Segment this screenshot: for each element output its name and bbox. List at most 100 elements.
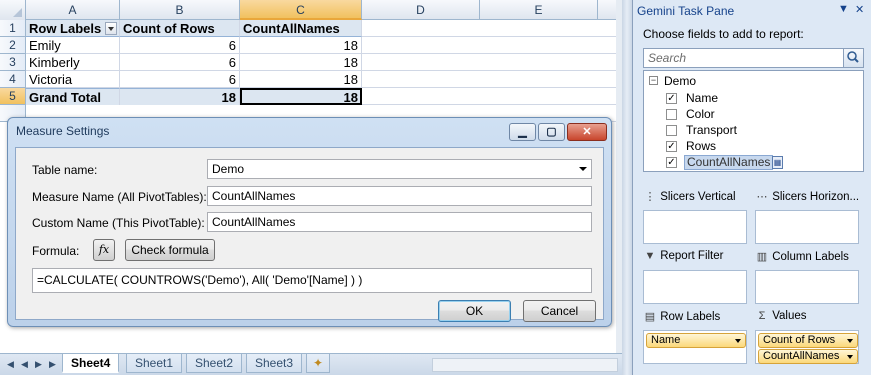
row-header-5[interactable]: 5 [0,88,26,105]
search-input[interactable]: Search [643,48,864,68]
pivot-countallnames-header[interactable]: CountAllNames [240,20,362,37]
first-sheet-icon[interactable]: ◀ [5,359,16,370]
value-chip-count-of-rows[interactable]: Count of Rows [758,333,858,348]
last-sheet-icon[interactable]: ▶ [47,359,58,370]
column-labels-drop-area[interactable] [755,270,859,304]
slicers-horizontal-drop-area[interactable] [755,210,859,244]
pane-close-icon[interactable]: ✕ [855,3,864,16]
prev-sheet-icon[interactable]: ◀ [19,359,30,370]
dialog-body: Table name: Demo Measure Name (All Pivot… [15,147,604,322]
chip-label: Count of Rows [763,334,836,346]
row-header-3[interactable]: 3 [0,54,26,71]
tab-sheet1[interactable]: Sheet1 [126,354,183,373]
chevron-down-icon [735,339,741,343]
report-filter-drop-area[interactable] [643,270,747,304]
field-label: Rows [686,139,717,153]
horizontal-scrollbar[interactable] [432,358,618,372]
custom-name-field[interactable]: CountAllNames [207,212,592,232]
cell-c2[interactable]: 18 [240,37,362,54]
ok-button[interactable]: OK [438,300,511,322]
formula-input[interactable]: =CALCULATE( COUNTROWS('Demo'), All( 'Dem… [32,268,592,293]
report-filter-zone: ▼ Report Filter [643,250,747,306]
check-formula-button[interactable]: Check formula [125,239,215,261]
column-header-a[interactable]: A [26,0,120,20]
field-label: CountAllNames [684,155,774,170]
collapse-icon[interactable]: − [649,76,658,85]
checkbox-checked-icon[interactable]: ✓ [666,141,677,152]
chevron-down-icon [847,355,853,359]
slicers-vertical-label: Slicers Vertical [660,191,736,203]
values-drop-area[interactable]: Count of Rows CountAllNames [755,330,859,364]
dialog-title: Measure Settings [16,124,110,138]
row-header-2[interactable]: 2 [0,37,26,54]
filter-dropdown-icon[interactable] [105,22,117,35]
next-sheet-icon[interactable]: ▶ [33,359,44,370]
cell-a2[interactable]: Emily [26,37,120,54]
measure-name-field[interactable]: CountAllNames [207,186,592,206]
column-header-d[interactable]: D [362,0,480,20]
table-name-select[interactable]: Demo [207,159,592,179]
slicer-horizontal-icon: ⋯ [756,191,768,203]
chevron-down-icon [579,167,587,171]
insert-sheet-button[interactable]: ✦ [306,354,330,373]
table-name-value: Demo [212,162,245,176]
cell-b2[interactable]: 6 [120,37,240,54]
cell-b4[interactable]: 6 [120,71,240,88]
row-labels-text: Row Labels [29,21,102,36]
maximize-button[interactable]: ▢ [538,123,565,141]
values-zone: Σ Values Count of Rows CountAllNames [755,310,859,366]
column-header-b[interactable]: B [120,0,240,20]
cell-a4[interactable]: Victoria [26,71,120,88]
gemini-task-pane: Gemini Task Pane ▼ ✕ Choose fields to ad… [632,0,871,375]
slicers-horizontal-label: Slicers Horizon... [772,191,860,203]
field-label: Color [686,107,715,121]
close-button[interactable]: ✕ [567,123,607,141]
report-filter-label: Report Filter [660,250,724,262]
values-header: Σ Values [755,310,807,326]
tab-sheet3[interactable]: Sheet3 [246,354,303,373]
sheet-tab-bar: ◀ ◀ ▶ ▶ Sheet4 Sheet1 Sheet2 Sheet3 ✦ [0,353,622,375]
pane-subtitle: Choose fields to add to report: [643,27,804,41]
checkbox-unchecked-icon[interactable] [666,125,677,136]
minimize-button[interactable]: ▁ [509,123,536,141]
column-header-c[interactable]: C [240,0,362,20]
tab-sheet2[interactable]: Sheet2 [186,354,243,373]
measure-settings-dialog: Measure Settings ▁ ▢ ✕ Table name: Demo … [7,117,612,327]
tab-sheet4[interactable]: Sheet4 [62,354,120,373]
value-chip-countallnames[interactable]: CountAllNames [758,349,858,364]
cell-b3[interactable]: 6 [120,54,240,71]
checkbox-checked-icon[interactable]: ✓ [666,93,677,104]
cancel-button[interactable]: Cancel [523,300,596,322]
slicer-vertical-icon: ⋮ [644,191,656,203]
row-header-4[interactable]: 4 [0,71,26,88]
close-icon: ✕ [582,126,592,138]
checkbox-unchecked-icon[interactable] [666,109,677,120]
cell-c4[interactable]: 18 [240,71,362,88]
custom-name-label: Custom Name (This PivotTable): [32,216,205,230]
search-button[interactable] [843,49,863,67]
pivot-row-labels-header[interactable]: Row Labels [26,20,120,37]
cell-c3[interactable]: 18 [240,54,362,71]
cell-c5-selected[interactable]: 18 [240,88,362,105]
column-labels-header: ▥ Column Labels [755,250,849,266]
cell-b5[interactable]: 18 [120,88,240,105]
pane-options-icon[interactable]: ▼ [838,3,849,15]
column-header-e[interactable]: E [480,0,598,20]
insert-function-button[interactable]: fx [93,239,115,261]
cell-a3[interactable]: Kimberly [26,54,120,71]
chip-label: Name [651,334,681,346]
slicers-vertical-drop-area[interactable] [643,210,747,244]
pane-splitter[interactable] [622,0,632,375]
pivot-count-rows-header[interactable]: Count of Rows [120,20,240,37]
checkbox-checked-icon[interactable]: ✓ [666,157,677,168]
calculator-icon: ▦ [772,156,783,169]
row-header-1[interactable]: 1 [0,20,26,37]
row-label-chip-name[interactable]: Name [646,333,746,348]
field-label: Transport [686,123,737,137]
select-all-corner[interactable] [0,0,26,20]
cell-a5[interactable]: Grand Total [26,88,120,105]
formula-label: Formula: [32,244,80,258]
table-node[interactable]: Demo [664,74,696,88]
insert-sheet-icon: ✦ [312,356,324,370]
row-labels-drop-area[interactable]: Name [643,330,747,364]
